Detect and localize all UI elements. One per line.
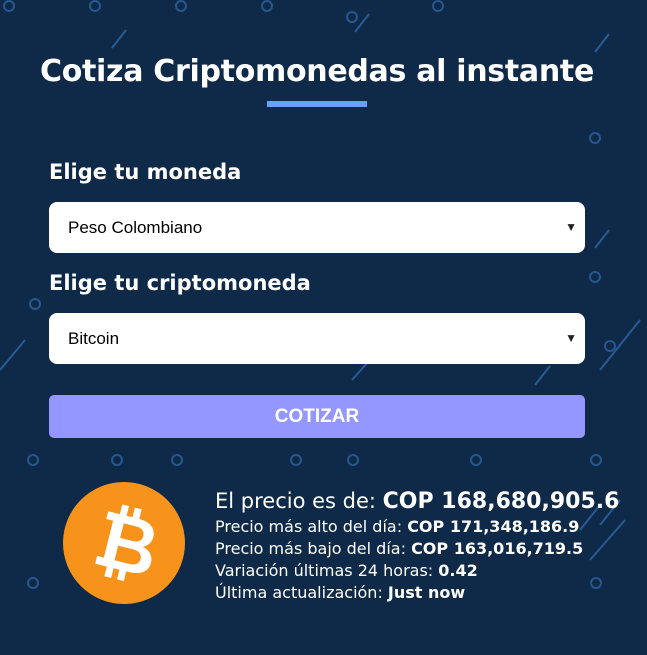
crypto-select-value: Bitcoin	[68, 329, 120, 348]
price-label: El precio es de:	[215, 489, 383, 513]
high-line: Precio más alto del día: COP 171,348,186…	[215, 516, 635, 538]
low-line: Precio más bajo del día: COP 163,016,719…	[215, 538, 635, 560]
low-value: COP 163,016,719.5	[411, 539, 584, 558]
price-line: El precio es de: COP 168,680,905.6	[215, 487, 635, 516]
chevron-down-icon: ▼	[565, 220, 577, 234]
price-value: COP 168,680,905.6	[382, 489, 620, 514]
cotizar-button[interactable]: COTIZAR	[49, 395, 585, 438]
change-value: 0.42	[438, 561, 478, 580]
currency-select-value: Peso Colombiano	[68, 218, 203, 237]
updated-line: Última actualización: Just now	[215, 582, 635, 604]
low-label: Precio más bajo del día:	[215, 539, 412, 558]
change-label: Variación últimas 24 horas:	[215, 561, 439, 580]
crypto-select[interactable]: Bitcoin ▼	[49, 313, 585, 364]
high-value: COP 171,348,186.9	[407, 517, 580, 536]
currency-label: Elige tu moneda	[49, 160, 242, 184]
chevron-down-icon: ▼	[565, 331, 577, 345]
crypto-label: Elige tu criptomoneda	[49, 271, 311, 295]
bitcoin-icon	[63, 482, 185, 604]
updated-label: Última actualización:	[215, 583, 388, 602]
title-underline	[267, 101, 367, 107]
page-title: Cotiza Criptomonedas al instante	[39, 54, 594, 89]
updated-value: Just now	[387, 583, 466, 602]
change-line: Variación últimas 24 horas: 0.42	[215, 560, 635, 582]
result-panel: El precio es de: COP 168,680,905.6 Preci…	[215, 487, 635, 604]
high-label: Precio más alto del día:	[215, 517, 408, 536]
currency-select[interactable]: Peso Colombiano ▼	[49, 202, 585, 253]
